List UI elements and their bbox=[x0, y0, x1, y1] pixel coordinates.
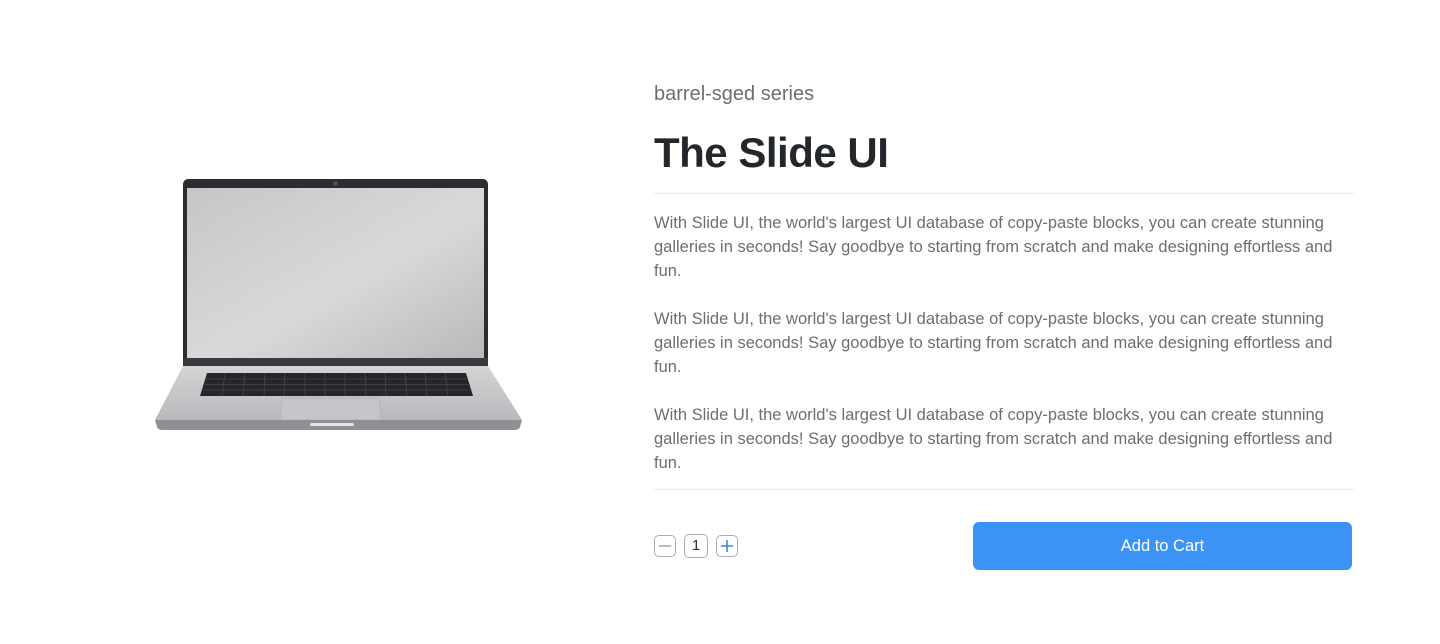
description-paragraph: With Slide UI, the world's largest UI da… bbox=[654, 406, 1333, 472]
decrement-button[interactable] bbox=[654, 535, 676, 557]
description-paragraph: With Slide UI, the world's largest UI da… bbox=[654, 214, 1333, 280]
product-info: barrel-sged series The Slide UI With Sli… bbox=[654, 80, 1354, 570]
laptop-image bbox=[155, 179, 522, 430]
product-series: barrel-sged series bbox=[654, 83, 815, 105]
product-title: The Slide UI bbox=[654, 129, 889, 176]
increment-button[interactable] bbox=[716, 535, 738, 557]
minus-icon bbox=[658, 545, 672, 547]
product-description: With Slide UI, the world's largest UI da… bbox=[654, 194, 1354, 489]
quantity-value[interactable]: 1 bbox=[684, 534, 708, 558]
divider bbox=[654, 489, 1354, 490]
purchase-actions: 1 Add to Cart bbox=[654, 522, 1354, 570]
add-to-cart-button[interactable]: Add to Cart bbox=[973, 522, 1352, 570]
description-paragraph: With Slide UI, the world's largest UI da… bbox=[654, 310, 1333, 376]
quantity-stepper: 1 bbox=[654, 534, 738, 558]
product-image bbox=[150, 174, 528, 436]
plus-icon bbox=[720, 539, 734, 553]
